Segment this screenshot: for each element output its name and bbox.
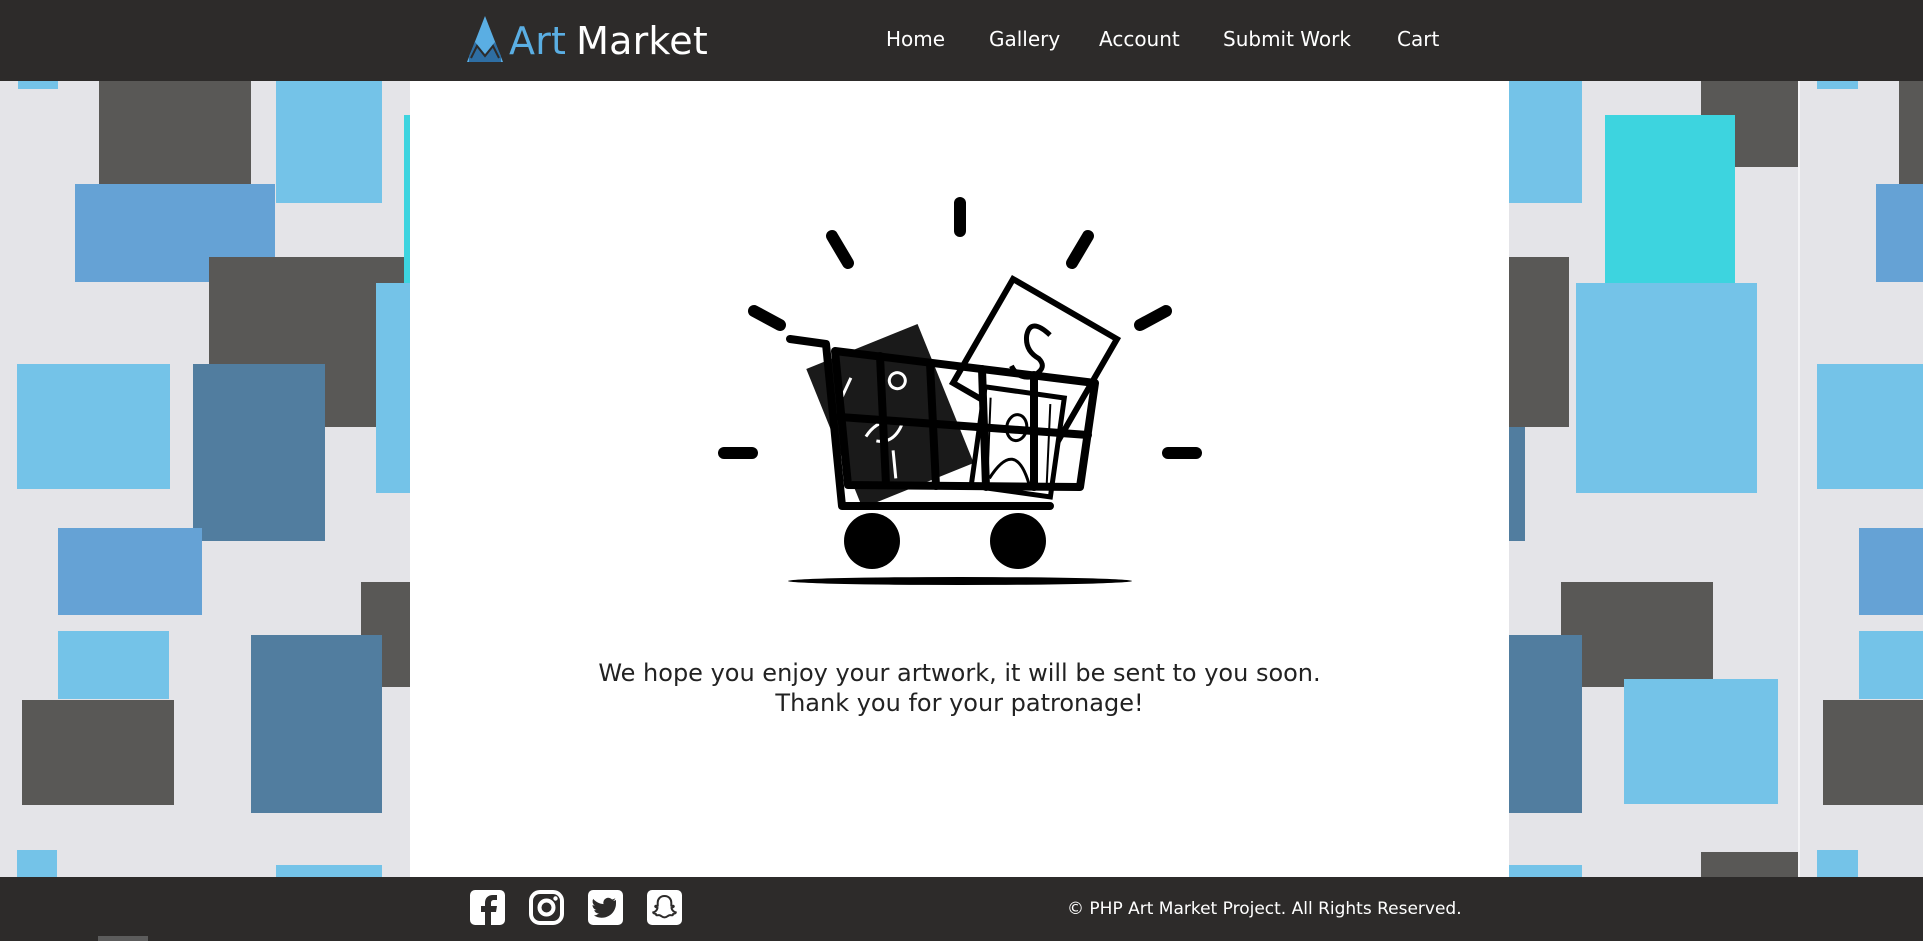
brand-market: Market <box>576 19 708 63</box>
copyright-text: © PHP Art Market Project. All Rights Res… <box>1067 899 1462 919</box>
shopping-cart-illustration-icon <box>690 191 1230 611</box>
nav-submit-work[interactable]: Submit Work <box>1223 27 1351 51</box>
social-links <box>469 889 683 926</box>
nav-home[interactable]: Home <box>886 27 945 51</box>
facebook-icon[interactable] <box>469 889 506 926</box>
footer-divider <box>98 936 148 941</box>
twitter-icon[interactable] <box>587 889 624 926</box>
main-content: We hope you enjoy your artwork, it will … <box>410 81 1509 877</box>
nav-account[interactable]: Account <box>1099 27 1180 51</box>
triangle-logo-icon <box>463 14 507 68</box>
brand-art: Art <box>509 19 567 63</box>
message-line-1: We hope you enjoy your artwork, it will … <box>598 659 1321 687</box>
nav-gallery[interactable]: Gallery <box>989 27 1060 51</box>
site-footer: © PHP Art Market Project. All Rights Res… <box>0 877 1923 941</box>
site-header: Art Market Home Gallery Account Submit Wo… <box>0 0 1923 81</box>
message-line-2: Thank you for your patronage! <box>775 689 1144 717</box>
logo[interactable]: Art Market <box>463 15 708 67</box>
nav-cart[interactable]: Cart <box>1397 27 1439 51</box>
order-confirmation-message: We hope you enjoy your artwork, it will … <box>410 658 1509 718</box>
instagram-icon[interactable] <box>528 889 565 926</box>
brand-name: Art Market <box>509 19 708 63</box>
snapchat-icon[interactable] <box>646 889 683 926</box>
